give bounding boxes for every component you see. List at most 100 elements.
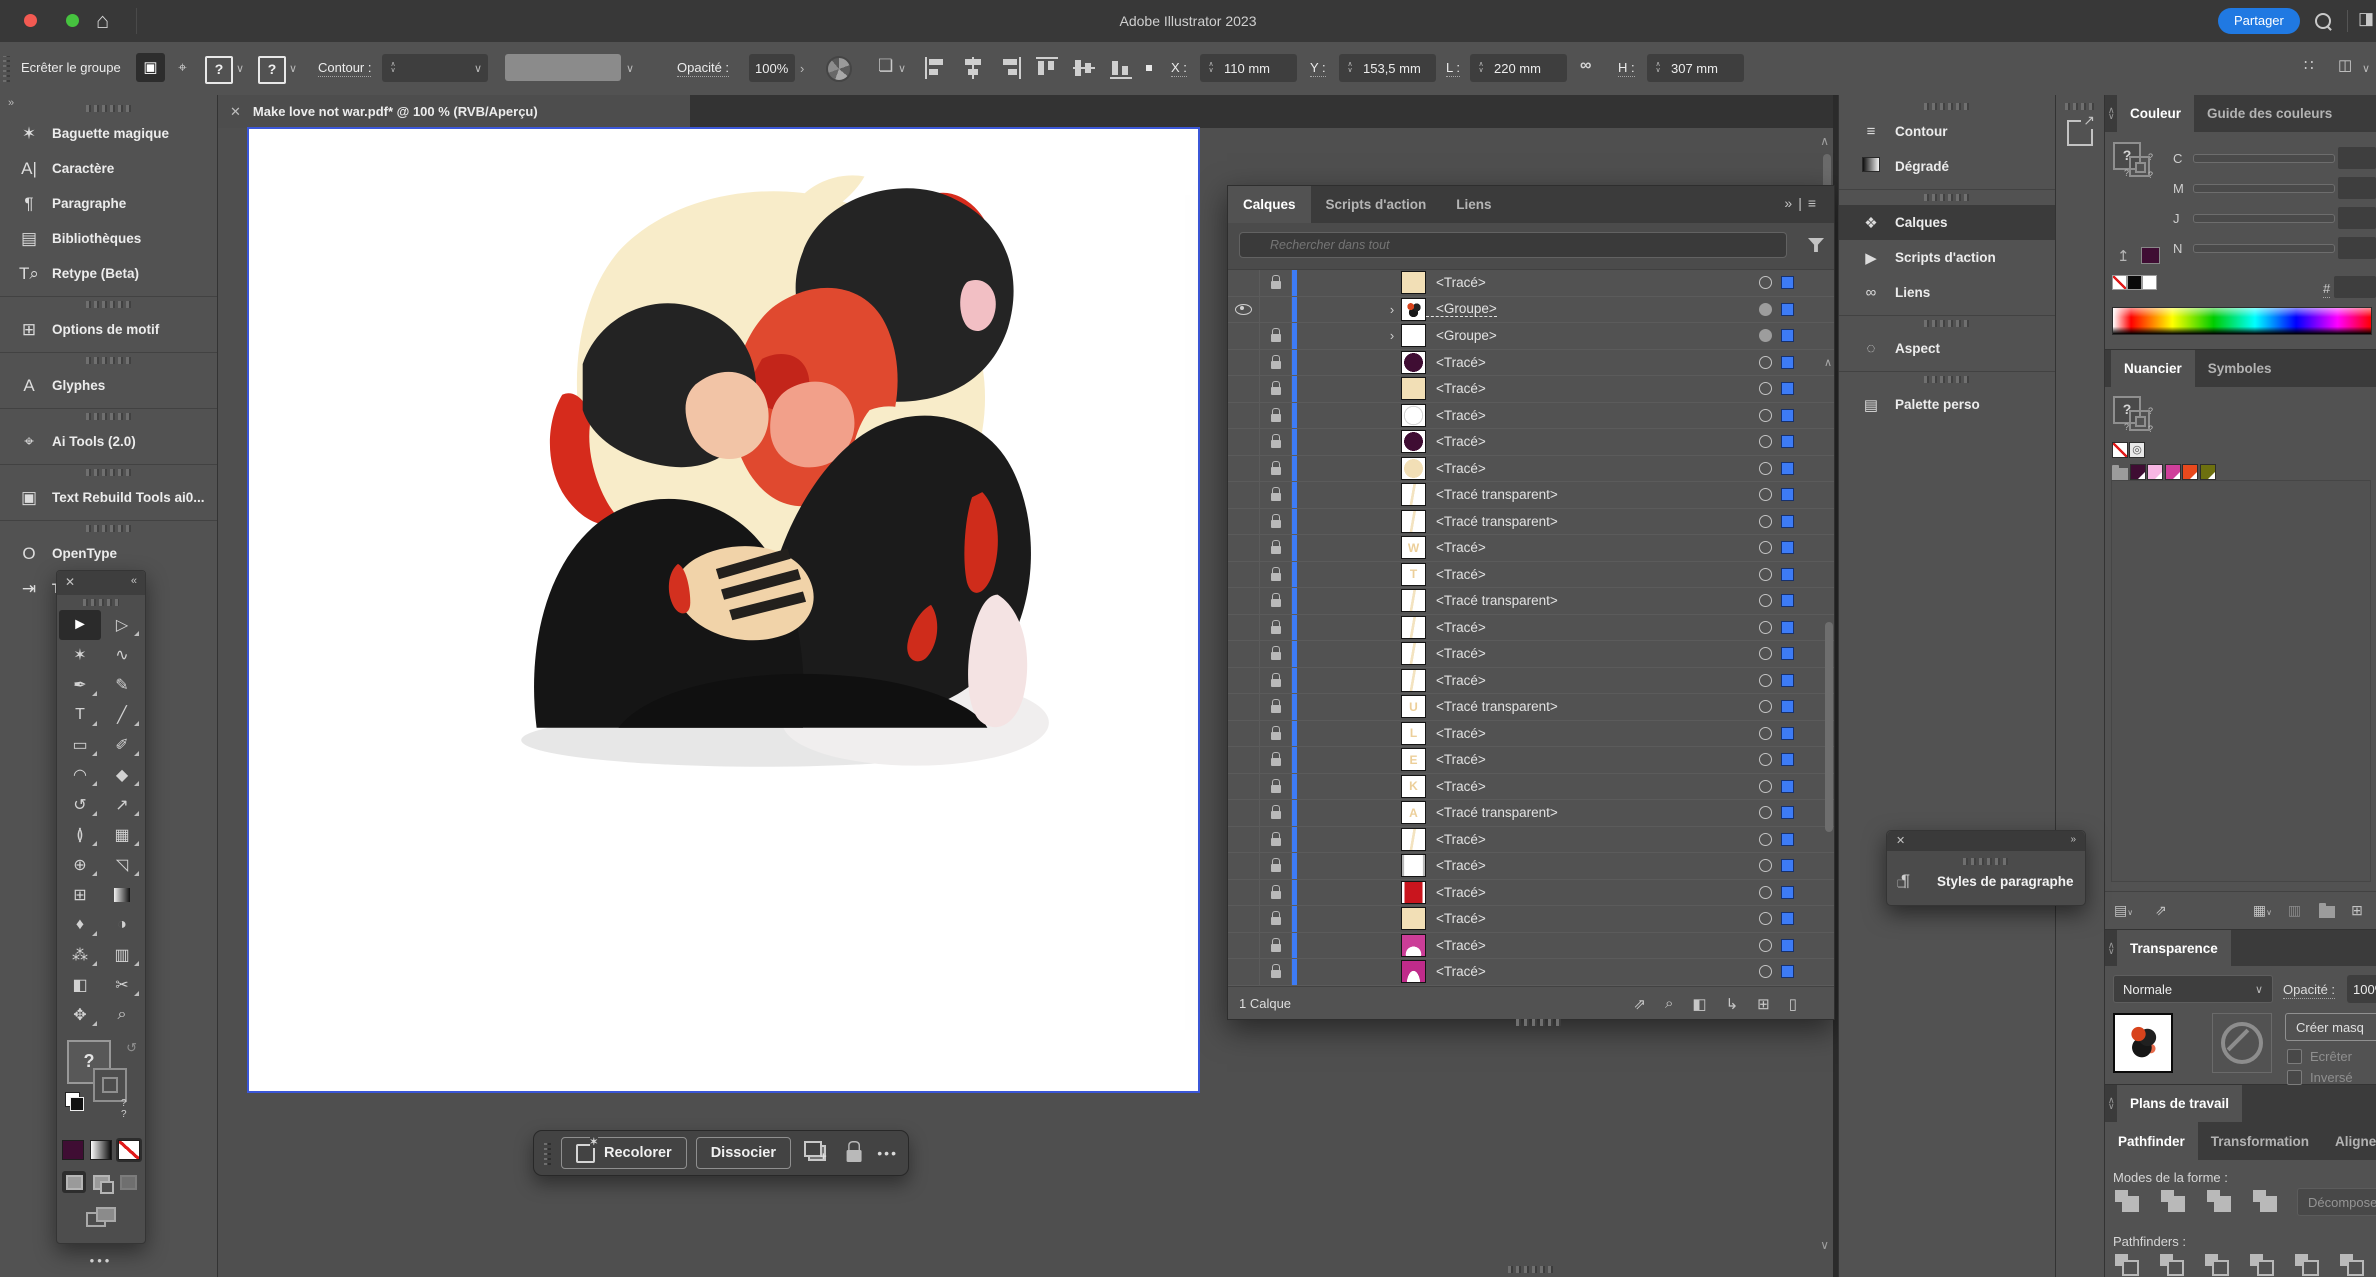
selection-square-icon[interactable] [1781,541,1794,554]
lock-icon[interactable] [1271,970,1281,978]
align-icon[interactable] [961,56,985,80]
lock-cell[interactable] [1260,350,1292,376]
tab-liens[interactable]: Liens [1441,186,1506,223]
lock-cell[interactable] [1260,774,1292,800]
color-swatch[interactable] [2182,464,2198,480]
lock-cell[interactable] [1260,376,1292,402]
clip-checkbox[interactable]: Ecrêter [2287,1046,2352,1066]
drag-dots[interactable] [2065,103,2095,110]
layer-row[interactable]: W <Tracé> [1228,535,1834,562]
drag-dots[interactable] [1963,858,2009,865]
target-circle-icon[interactable] [1759,462,1772,475]
layers-footer-icon[interactable]: ◧ [1692,995,1706,1013]
visibility-cell[interactable] [1228,615,1260,641]
target-circle-icon[interactable] [1759,276,1772,289]
selection-square-icon[interactable] [1781,568,1794,581]
tool-button[interactable]: ◆ [101,760,143,790]
lock-icon[interactable] [1271,732,1281,740]
target-circle-icon[interactable] [1759,435,1772,448]
tab-calques[interactable]: Calques [1228,186,1311,223]
stepper-icon[interactable]: ∧∨ [1200,62,1218,74]
opacity-field[interactable]: 100% [2347,975,2376,1003]
visibility-cell[interactable] [1228,429,1260,455]
lock-cell[interactable] [1260,535,1292,561]
visibility-cell[interactable] [1228,403,1260,429]
draw-normal-button[interactable] [62,1171,86,1193]
pathfinder-icon[interactable] [2295,1254,2320,1276]
layer-thumbnail[interactable] [1401,907,1426,930]
dock-item[interactable]: ∞ Liens [1839,275,2055,310]
lock-cell[interactable] [1260,694,1292,720]
layer-name[interactable]: <Groupe> [1426,328,1497,343]
layer-thumbnail[interactable] [1401,934,1426,957]
selection-square-icon[interactable] [1781,806,1794,819]
color-spectrum-bar[interactable] [2112,307,2372,335]
layer-thumbnail[interactable] [1401,881,1426,904]
selection-square-icon[interactable] [1781,435,1794,448]
layer-thumbnail[interactable] [1401,298,1426,321]
tool-button[interactable]: ✒ [59,670,101,700]
color-swatch[interactable] [2147,464,2163,480]
expand-button[interactable]: Décompose [2297,1188,2376,1216]
color-channel-row[interactable]: J [2105,203,2376,233]
lock-cell[interactable] [1260,323,1292,349]
selection-square-icon[interactable] [1781,674,1794,687]
shape-mode-icon[interactable] [2207,1190,2232,1212]
tool-button[interactable]: ✎ [101,670,143,700]
layer-row[interactable]: <Tracé> [1228,933,1834,960]
lock-icon[interactable] [1271,281,1281,289]
close-icon[interactable]: ✕ [65,575,75,589]
layer-row[interactable]: <Tracé> [1228,615,1834,642]
visibility-cell[interactable] [1228,482,1260,508]
panel-toggle-icon[interactable]: ◨ [2358,9,2374,29]
opacity-mask-empty-icon[interactable] [2212,1013,2272,1073]
layer-row[interactable]: T <Tracé> [1228,562,1834,589]
target-circle-icon[interactable] [1759,568,1772,581]
dock-item[interactable]: ≡ Contour [1839,103,2055,149]
layer-row[interactable]: <Tracé transparent> [1228,509,1834,536]
tool-button[interactable]: ◧ [59,970,101,1000]
align-icon[interactable] [1035,56,1059,80]
tab-pathfinder[interactable]: Pathfinder [2105,1122,2198,1160]
layer-row[interactable]: <Tracé> [1228,880,1834,907]
layer-thumbnail[interactable]: U [1401,695,1426,718]
close-icon[interactable]: ✕ [1896,834,1905,847]
lock-icon[interactable] [1271,414,1281,422]
visibility-cell[interactable] [1228,853,1260,879]
target-circle-icon[interactable] [1759,356,1772,369]
lock-icon[interactable] [1271,758,1281,766]
color-swatch[interactable] [2200,464,2216,480]
lock-icon[interactable] [1271,811,1281,819]
tool-button[interactable]: ⌕ [101,1000,143,1030]
drag-dots[interactable] [86,105,132,112]
layer-name[interactable]: <Tracé> [1426,408,1486,423]
selection-square-icon[interactable] [1781,329,1794,342]
layers-footer-icon[interactable]: ↳ [1726,995,1739,1013]
visibility-cell[interactable] [1228,668,1260,694]
lock-icon[interactable] [1271,626,1281,634]
visibility-cell[interactable] [1228,297,1260,323]
align-icon[interactable] [924,56,948,80]
brush-chevron-icon[interactable]: ∨ [626,62,634,75]
layer-thumbnail[interactable] [1401,960,1426,983]
ungroup-button[interactable]: Dissocier [696,1137,791,1169]
scroll-down-icon[interactable]: ∨ [1820,1238,1829,1252]
target-circle-icon[interactable] [1759,727,1772,740]
sidebar-item[interactable]: ✶ Baguette magique [0,105,217,151]
lock-icon[interactable] [1271,387,1281,395]
pathfinder-icon[interactable] [2250,1254,2275,1276]
x-field[interactable]: ∧∨ 110 mm [1200,54,1297,82]
lock-cell[interactable] [1260,959,1292,985]
tool-button[interactable]: ◑ [101,910,143,940]
duplicate-icon[interactable] [808,1145,826,1161]
layer-name[interactable]: <Tracé> [1426,567,1486,582]
layer-name[interactable]: <Tracé> [1426,381,1486,396]
lock-cell[interactable] [1260,482,1292,508]
none-swatch[interactable] [2112,442,2128,458]
layer-row[interactable]: <Tracé> [1228,906,1834,933]
layer-name[interactable]: <Tracé> [1426,964,1486,979]
layer-row[interactable]: <Tracé> [1228,456,1834,483]
layer-thumbnail[interactable] [1401,642,1426,665]
visibility-cell[interactable] [1228,350,1260,376]
stepper-icon[interactable]: ∧∨ [1339,62,1357,74]
